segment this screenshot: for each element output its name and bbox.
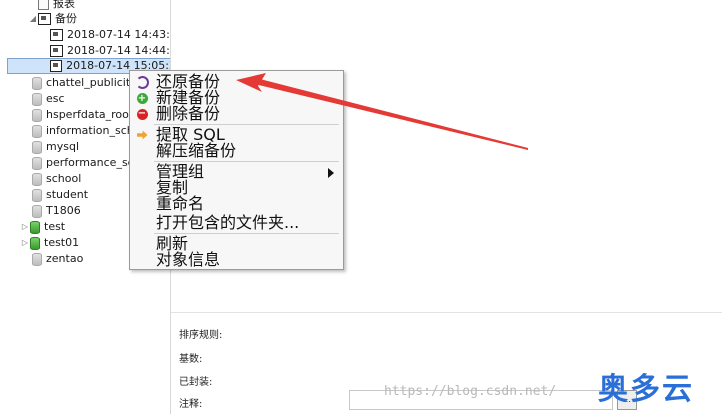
tree-node-backup[interactable]: 2018-07-14 14:43:3 — [50, 27, 171, 43]
database-icon — [32, 92, 42, 106]
report-icon — [38, 0, 49, 10]
menu-item-object-info[interactable]: 对象信息 — [131, 252, 342, 268]
tree-node-label: chattel_publicity — [46, 76, 137, 89]
backup-icon — [50, 45, 63, 57]
tree-node-backup-folder[interactable]: ◢ 备份 — [28, 11, 77, 27]
backup-folder-icon — [38, 13, 51, 25]
tree-node-label: zentao — [46, 252, 84, 265]
tree-node-label: esc — [46, 92, 65, 105]
tree-node-database[interactable]: chattel_publicity — [32, 75, 137, 91]
menu-item-label: 重命名 — [156, 194, 205, 213]
database-icon — [32, 204, 42, 218]
context-menu: 还原备份 + 新建备份 − 删除备份 提取 SQL 解压缩备份 管理组 复制 重… — [129, 70, 344, 270]
tree-node-database-open[interactable]: ▷ test — [20, 219, 65, 235]
tree-node-label: hsperfdata_root — [46, 108, 134, 121]
tree-node-label: 备份 — [55, 12, 77, 25]
tree-node-label: 2018-07-14 14:44:2 — [67, 44, 171, 57]
tree-node-label: 2018-07-14 14:43:3 — [67, 28, 171, 41]
tree-node-database[interactable]: information_sch — [32, 123, 134, 139]
menu-item-rename[interactable]: 重命名 — [131, 196, 342, 212]
database-icon — [32, 156, 42, 170]
tree-node-database[interactable]: mysql — [32, 139, 79, 155]
tree-node-backup[interactable]: 2018-07-14 14:44:2 — [50, 43, 171, 59]
restore-icon — [135, 75, 149, 89]
tree-node-label: test01 — [44, 236, 80, 249]
tree-node-database[interactable]: esc — [32, 91, 65, 107]
menu-item-open-containing-folder[interactable]: 打开包含的文件夹... — [131, 215, 342, 231]
database-open-icon — [30, 220, 40, 234]
collapse-icon[interactable]: ◢ — [28, 14, 38, 24]
database-icon — [32, 252, 42, 266]
database-icon — [32, 188, 42, 202]
add-icon: + — [136, 92, 148, 104]
menu-item-delete-backup[interactable]: − 删除备份 — [131, 106, 342, 122]
tree-node-label: school — [46, 172, 82, 185]
tree-node-label: performance_sc — [46, 156, 134, 169]
tree-node-label: test — [44, 220, 66, 233]
sort-rule-label: 排序规则: — [179, 330, 223, 341]
tree-node-database[interactable]: performance_sc — [32, 155, 134, 171]
database-icon — [32, 76, 42, 90]
submenu-arrow-icon — [328, 168, 334, 178]
tree-node-database[interactable]: T1806 — [32, 203, 81, 219]
menu-item-label: 打开包含的文件夹... — [156, 213, 300, 232]
menu-item-decompress-backup[interactable]: 解压缩备份 — [131, 143, 342, 159]
comment-label: 注释: — [179, 399, 203, 410]
tree-node-database-open[interactable]: ▷ test01 — [20, 235, 79, 251]
tree-node-label: T1806 — [46, 204, 81, 217]
backup-icon — [50, 29, 63, 41]
tree-node-database[interactable]: school — [32, 171, 81, 187]
database-icon — [32, 108, 42, 122]
watermark-url: https://blog.csdn.net/ — [384, 384, 557, 399]
extract-icon — [136, 130, 148, 140]
backup-icon — [50, 60, 63, 72]
menu-item-label: 删除备份 — [156, 104, 221, 123]
base-label: 基数: — [179, 354, 203, 365]
tree-node-label: mysql — [46, 140, 79, 153]
watermark-logo: 奥多云 — [598, 372, 694, 407]
sealed-label: 已封装: — [179, 377, 213, 388]
database-icon — [32, 140, 42, 154]
tree-node-database[interactable]: student — [32, 187, 88, 203]
menu-item-label: 对象信息 — [156, 250, 221, 269]
tree-node-database[interactable]: zentao — [32, 251, 83, 267]
tree-node-label: student — [46, 188, 89, 201]
database-icon — [32, 124, 42, 138]
database-icon — [32, 172, 42, 186]
delete-icon: − — [136, 107, 148, 120]
tree-node-label: information_sch — [46, 124, 134, 137]
expand-icon[interactable]: ▷ — [20, 222, 30, 232]
database-open-icon — [30, 236, 40, 250]
menu-item-label: 解压缩备份 — [156, 141, 237, 160]
expand-icon[interactable]: ▷ — [20, 238, 30, 248]
tree-node-database[interactable]: hsperfdata_root — [32, 107, 133, 123]
